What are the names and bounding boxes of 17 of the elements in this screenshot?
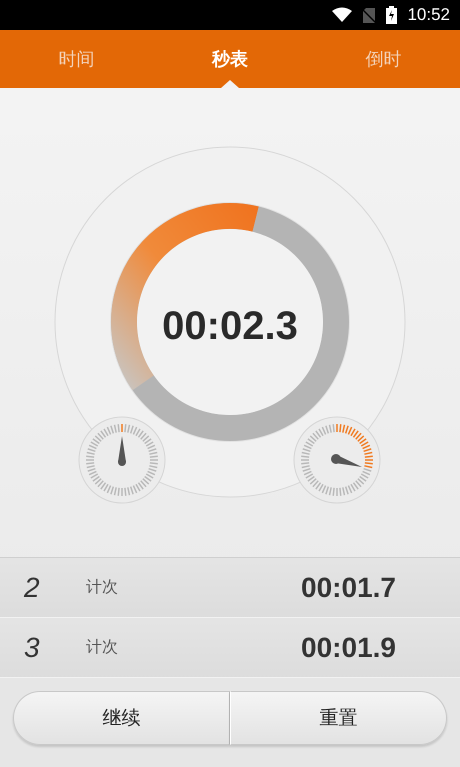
lap-number: 3 — [24, 632, 41, 664]
tab[interactable]: 时间 — [0, 30, 154, 88]
selected-tab-indicator-icon — [221, 80, 239, 88]
status-time: 10:52 — [407, 5, 450, 25]
wifi-icon — [332, 7, 352, 23]
lap-time: 00:01.9 — [301, 632, 396, 664]
tab[interactable]: 倒时 — [306, 30, 460, 88]
battery-charging-icon — [386, 6, 398, 24]
lap-time: 00:01.7 — [301, 572, 396, 604]
elapsed-time: 00:02.3 — [161, 304, 299, 349]
lap-label: 计次 — [86, 637, 118, 658]
no-sim-icon — [362, 6, 376, 24]
tab[interactable]: 秒表 — [153, 30, 307, 88]
reset-button[interactable]: 重置 — [230, 691, 447, 745]
continue-button[interactable]: 继续 — [13, 691, 230, 745]
lap-label: 计次 — [86, 577, 118, 598]
lap-number: 2 — [24, 572, 41, 604]
